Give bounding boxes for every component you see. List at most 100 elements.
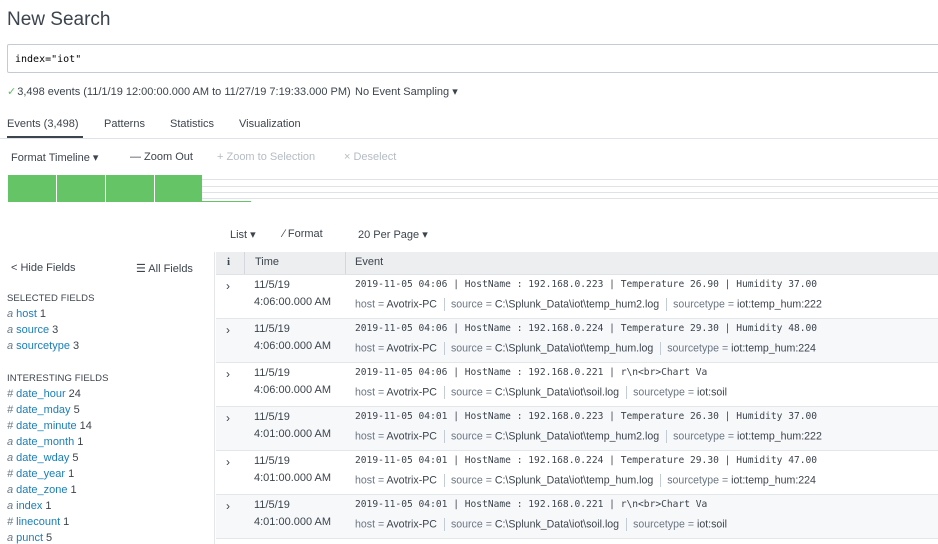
sourcetype-value[interactable]: iot:soil <box>697 518 727 530</box>
field-punct[interactable]: a punct 5 <box>7 532 52 544</box>
chevron-right-icon[interactable]: › <box>226 411 230 425</box>
table-row[interactable]: › 11/5/19 4:06:00.000 AM 2019-11-05 04:06 |… <box>216 275 938 319</box>
tab-statistics[interactable]: Statistics <box>170 118 214 130</box>
host-value[interactable]: Avotrix-PC <box>387 298 437 310</box>
event-raw-text[interactable]: 2019-11-05 04:01 | HostName : 192.168.0.… <box>355 411 817 422</box>
field-count: 5 <box>73 404 80 416</box>
meta-divider <box>443 430 445 443</box>
per-page-dropdown[interactable]: 20 Per Page ▾ <box>358 228 428 241</box>
field-date-hour[interactable]: # date_hour 24 <box>7 388 81 400</box>
format-timeline-button[interactable]: Format Timeline ▾ <box>11 151 98 164</box>
info-column-header[interactable]: i <box>227 256 230 268</box>
format-button[interactable]: ∕ Format <box>283 228 323 240</box>
field-date-minute[interactable]: # date_minute 14 <box>7 420 92 432</box>
search-input[interactable]: index="iot" <box>7 44 938 73</box>
field-type-icon: # <box>7 388 14 400</box>
chevron-right-icon[interactable]: › <box>226 323 230 337</box>
chevron-right-icon[interactable]: › <box>226 367 230 381</box>
meta-divider <box>660 474 662 487</box>
field-count: 14 <box>79 420 92 432</box>
field-name[interactable]: index <box>16 500 42 512</box>
source-value[interactable]: C:\Splunk_Data\iot\temp_hum2.log <box>495 430 659 442</box>
host-label: host = <box>355 430 387 443</box>
field-sourcetype[interactable]: a sourcetype 3 <box>7 340 79 352</box>
field-name[interactable]: linecount <box>16 516 60 528</box>
field-host[interactable]: a host 1 <box>7 308 46 320</box>
meta-divider <box>443 386 445 399</box>
field-date-month[interactable]: a date_month 1 <box>7 436 83 448</box>
field-name[interactable]: date_zone <box>16 484 67 496</box>
field-index[interactable]: a index 1 <box>7 500 52 512</box>
event-raw-text[interactable]: 2019-11-05 04:01 | HostName : 192.168.0.… <box>355 455 817 466</box>
source-value[interactable]: C:\Splunk_Data\iot\temp_hum2.log <box>495 298 659 310</box>
source-label: source = <box>450 298 495 311</box>
field-count: 5 <box>46 532 53 544</box>
zoom-out-button[interactable]: — Zoom Out <box>130 151 193 163</box>
time-column-header[interactable]: Time <box>255 256 279 268</box>
host-value[interactable]: Avotrix-PC <box>387 474 437 486</box>
field-name[interactable]: sourcetype <box>16 340 70 352</box>
list-view-dropdown[interactable]: List ▾ <box>230 228 256 241</box>
field-type-icon: # <box>7 468 14 480</box>
source-value[interactable]: C:\Splunk_Data\iot\soil.log <box>495 518 619 530</box>
field-name[interactable]: date_month <box>16 436 74 448</box>
table-row[interactable]: › 11/5/19 4:01:00.000 AM 2019-11-05 04:01 |… <box>216 451 938 495</box>
sourcetype-label: sourcetype = <box>633 386 697 399</box>
field-name[interactable]: date_minute <box>16 420 77 432</box>
field-count: 1 <box>77 436 84 448</box>
event-sampling-dropdown[interactable]: No Event Sampling ▾ <box>355 85 458 98</box>
sourcetype-value[interactable]: iot:temp_hum:224 <box>731 342 816 354</box>
event-time: 4:06:00.000 AM <box>254 296 332 308</box>
sourcetype-value[interactable]: iot:temp_hum:224 <box>731 474 816 486</box>
source-value[interactable]: C:\Splunk_Data\iot\temp_hum.log <box>495 474 653 486</box>
field-count: 1 <box>70 484 77 496</box>
hide-fields-button[interactable]: < Hide Fields <box>11 262 76 274</box>
tab-visualization[interactable]: Visualization <box>239 118 301 130</box>
field-name[interactable]: punct <box>16 532 43 544</box>
field-name[interactable]: source <box>16 324 49 336</box>
event-time: 4:01:00.000 AM <box>254 516 332 528</box>
host-value[interactable]: Avotrix-PC <box>387 386 437 398</box>
host-value[interactable]: Avotrix-PC <box>387 342 437 354</box>
source-value[interactable]: C:\Splunk_Data\iot\temp_hum.log <box>495 342 653 354</box>
table-row[interactable]: › 11/5/19 4:06:00.000 AM 2019-11-05 04:06 |… <box>216 363 938 407</box>
field-date-wday[interactable]: a date_wday 5 <box>7 452 78 464</box>
sourcetype-value[interactable]: iot:soil <box>697 386 727 398</box>
host-value[interactable]: Avotrix-PC <box>387 430 437 442</box>
all-fields-button[interactable]: ☰ All Fields <box>136 262 193 275</box>
field-source[interactable]: a source 3 <box>7 324 58 336</box>
table-row[interactable]: › 11/5/19 4:01:00.000 AM 2019-11-05 04:01 |… <box>216 407 938 451</box>
host-value[interactable]: Avotrix-PC <box>387 518 437 530</box>
table-row[interactable]: › 11/5/19 4:01:00.000 AM 2019-11-05 04:01 |… <box>216 495 938 539</box>
sourcetype-value[interactable]: iot:temp_hum:222 <box>737 430 822 442</box>
sourcetype-value[interactable]: iot:temp_hum:222 <box>737 298 822 310</box>
deselect-button[interactable]: × Deselect <box>344 151 396 163</box>
tab-patterns[interactable]: Patterns <box>104 118 145 130</box>
zoom-to-selection-button[interactable]: + Zoom to Selection <box>217 151 315 163</box>
event-raw-text[interactable]: 2019-11-05 04:06 | HostName : 192.168.0.… <box>355 323 817 334</box>
event-column-header[interactable]: Event <box>355 256 383 268</box>
field-linecount[interactable]: # linecount 1 <box>7 516 69 528</box>
tab-events[interactable]: Events (3,498) <box>7 118 79 130</box>
column-divider <box>345 252 346 274</box>
chevron-right-icon[interactable]: › <box>226 455 230 469</box>
field-name[interactable]: date_year <box>16 468 65 480</box>
event-raw-text[interactable]: 2019-11-05 04:01 | HostName : 192.168.0.… <box>355 499 707 510</box>
chevron-right-icon[interactable]: › <box>226 499 230 513</box>
event-raw-text[interactable]: 2019-11-05 04:06 | HostName : 192.168.0.… <box>355 279 817 290</box>
field-name[interactable]: host <box>16 308 37 320</box>
field-name[interactable]: date_wday <box>16 452 69 464</box>
event-raw-text[interactable]: 2019-11-05 04:06 | HostName : 192.168.0.… <box>355 367 707 378</box>
meta-divider <box>443 342 445 355</box>
field-count: 1 <box>39 308 47 320</box>
field-name[interactable]: date_hour <box>16 388 66 400</box>
event-time: 4:06:00.000 AM <box>254 384 332 396</box>
source-value[interactable]: C:\Splunk_Data\iot\soil.log <box>495 386 619 398</box>
field-date-mday[interactable]: # date_mday 5 <box>7 404 80 416</box>
field-name[interactable]: date_mday <box>16 404 70 416</box>
field-date-zone[interactable]: a date_zone 1 <box>7 484 77 496</box>
chevron-right-icon[interactable]: › <box>226 279 230 293</box>
source-label: source = <box>450 518 495 531</box>
table-row[interactable]: › 11/5/19 4:06:00.000 AM 2019-11-05 04:06 |… <box>216 319 938 363</box>
field-date-year[interactable]: # date_year 1 <box>7 468 74 480</box>
